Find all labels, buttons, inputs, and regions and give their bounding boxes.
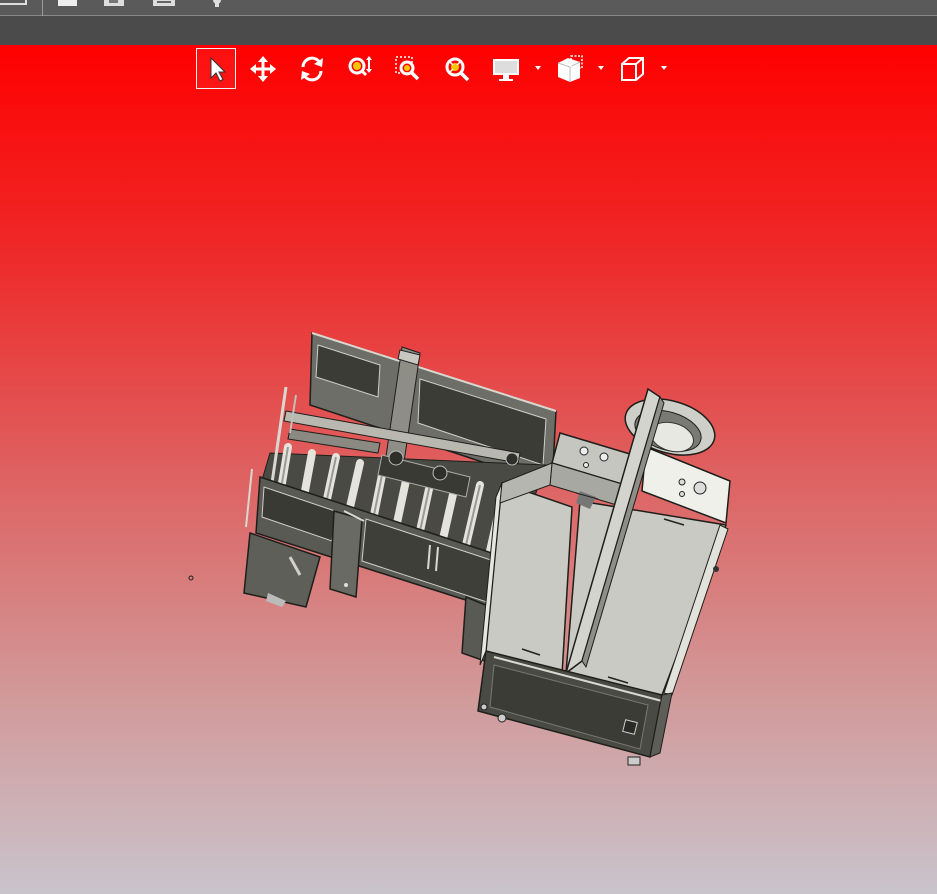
app-toolbar xyxy=(0,0,937,16)
settings-icon[interactable] xyxy=(206,0,228,14)
toolbar-separator xyxy=(42,0,43,16)
cad-model[interactable] xyxy=(0,45,937,894)
3d-viewport[interactable] xyxy=(0,45,937,894)
save-icon[interactable] xyxy=(102,0,126,14)
ribbon-strip xyxy=(0,16,937,45)
print-icon[interactable] xyxy=(151,0,179,14)
vertex-marker xyxy=(188,575,194,581)
window-icon[interactable] xyxy=(0,0,30,14)
open-folder-icon[interactable] xyxy=(56,0,80,14)
